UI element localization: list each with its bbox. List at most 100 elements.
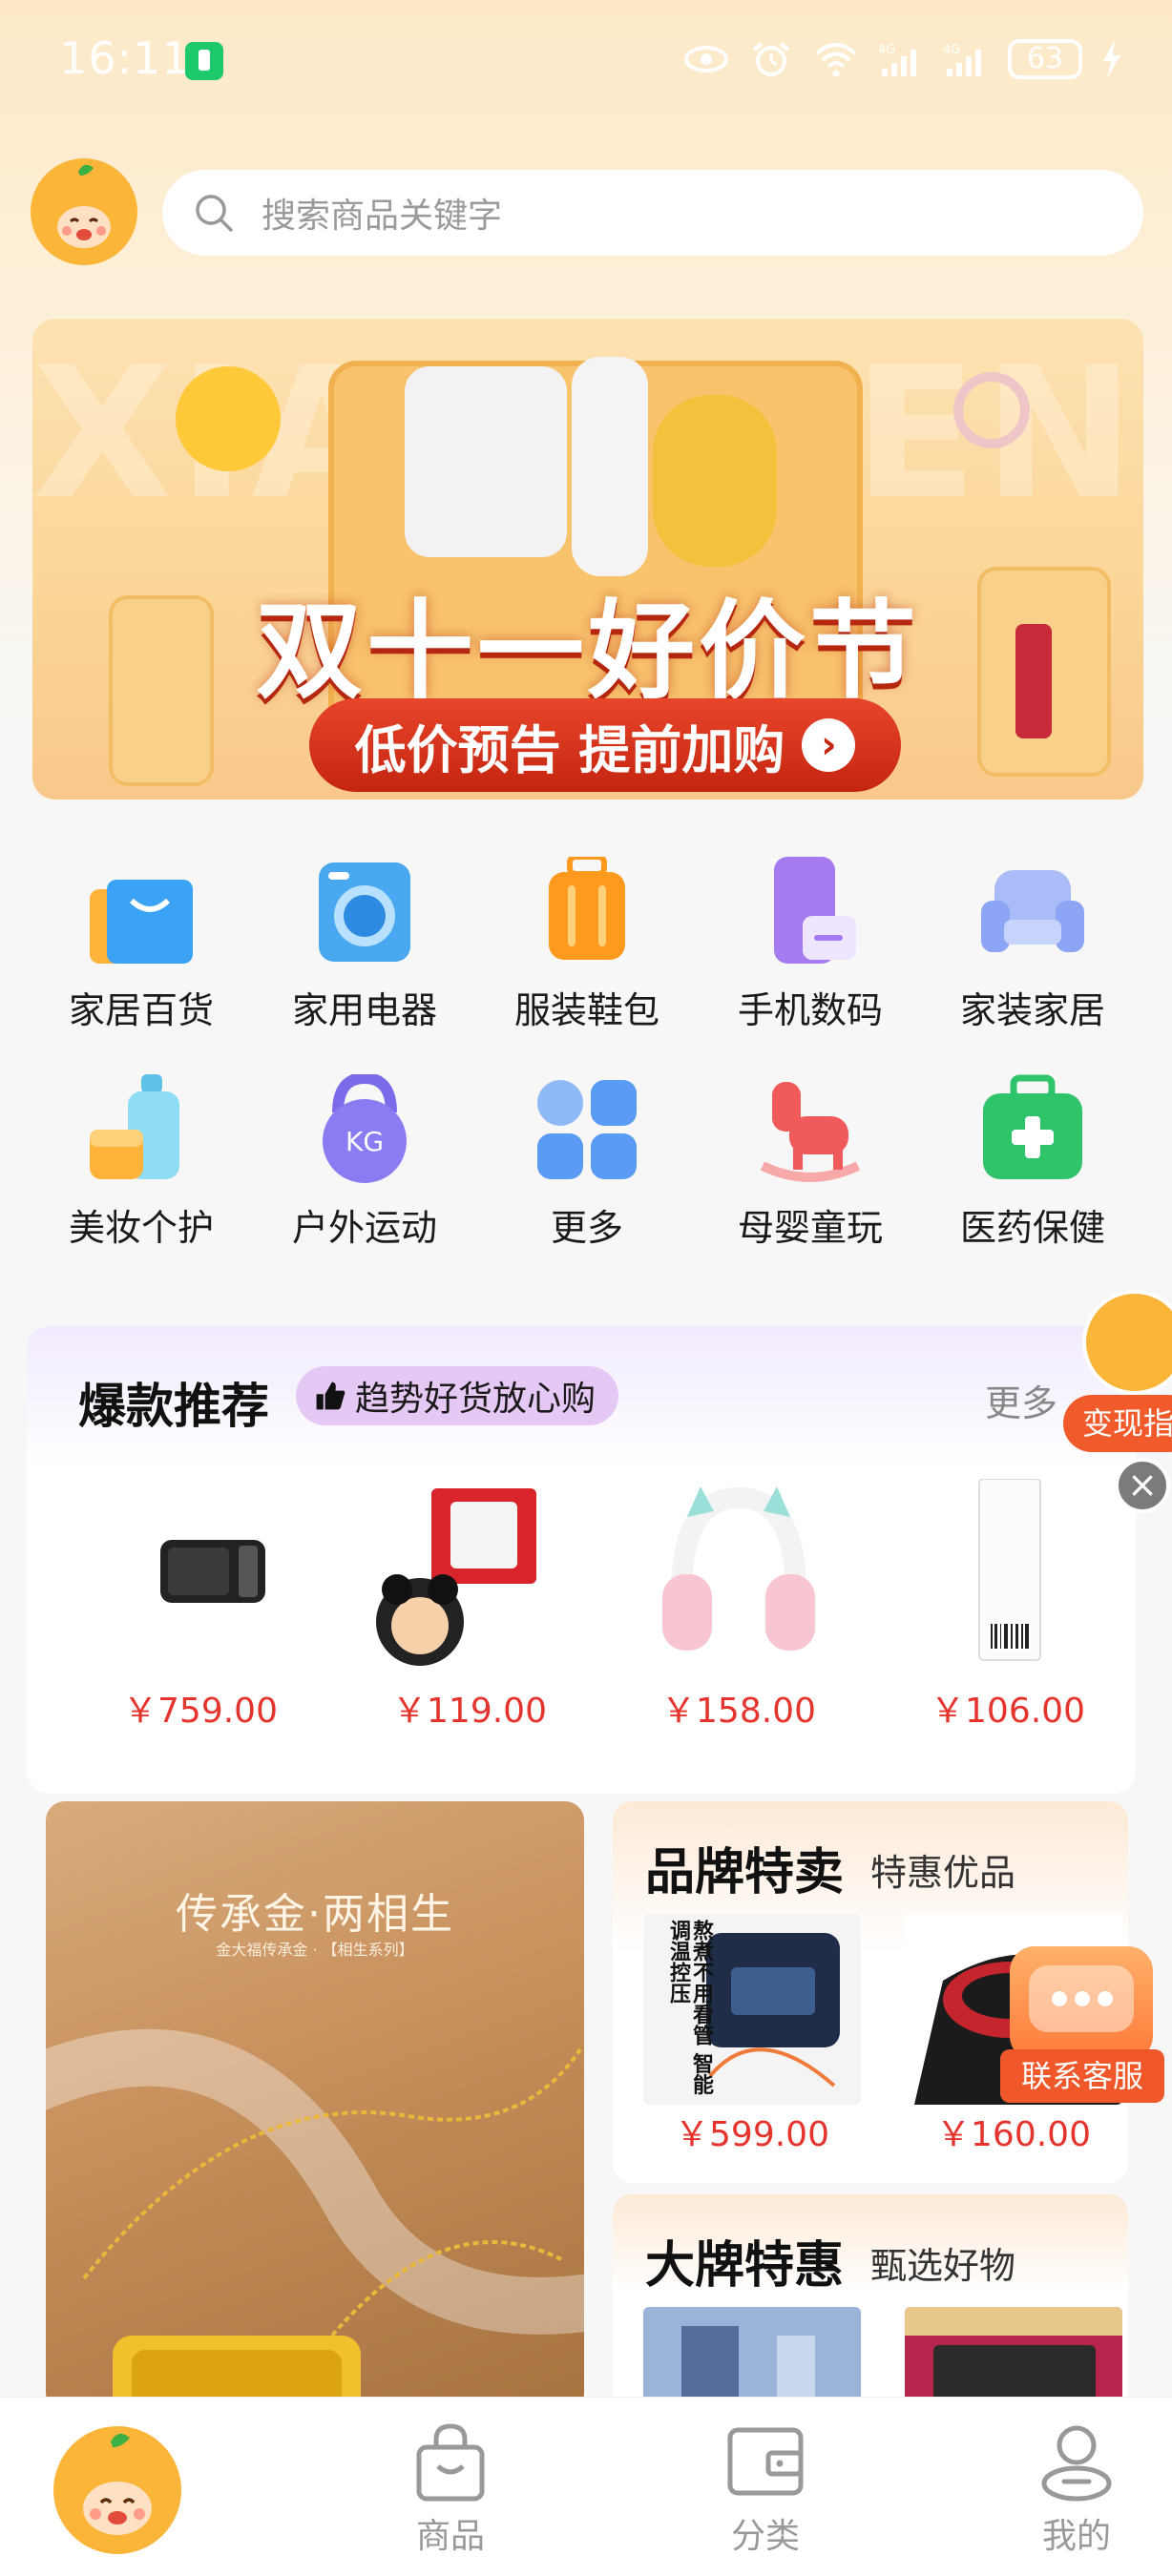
category-item[interactable]: 母婴童玩 [715,1074,906,1251]
chat-bubble-icon [1010,1946,1153,2061]
product-overlay-text: 熬煮不用看管 智能调温控压 [666,1920,713,2095]
search-icon [193,192,235,234]
product-price: ￥599.00 [675,2115,829,2154]
mascot-icon [1082,1290,1172,1395]
svg-text:KG: KG [345,1126,384,1157]
nav-tab-category[interactable]: 分类 [689,2420,842,2558]
category-label: 家居百货 [68,989,214,1031]
brand-sale-subtitle: 特惠优品 [870,1852,1016,1894]
bottom-navigation: 商品 分类 我的 [0,2397,1172,2576]
svg-text:4G: 4G [943,43,960,57]
trend-badge: 趋势好货放心购 [296,1366,619,1425]
floating-promo-widget[interactable]: 变现指 [1056,1290,1172,1452]
banner-title: 双十一好价节 [256,590,920,714]
grid-icon [532,1074,642,1185]
floating-promo-label: 变现指 [1063,1395,1172,1452]
category-item[interactable]: KG 户外运动 [269,1071,460,1251]
sofa-icon [977,857,1088,967]
product-price: ￥119.00 [392,1692,547,1731]
thumbs-up-icon [316,1381,345,1410]
category-label: 更多 [550,1207,623,1249]
medical-kit-icon [977,1074,1088,1185]
search-placeholder: 搜索商品关键字 [262,197,503,236]
category-label: 医药保健 [959,1207,1105,1249]
shopping-bag-icon [86,857,197,967]
alarm-icon [748,40,794,78]
category-label: 户外运动 [291,1207,437,1249]
category-label: 家装家居 [959,989,1105,1031]
banner-cta-label: 低价预告 提前加购 [354,719,785,780]
headphones-image [953,372,1030,448]
drink-bottle-image [572,357,648,576]
kettlebell-icon: KG [309,1071,420,1185]
battery-indicator: 63 [1008,39,1082,79]
jewelry-title: 传承金·两相生 [176,1890,454,1939]
status-time: 16:11 [59,32,191,84]
product-image [374,1479,565,1670]
product-price: ￥106.00 [931,1692,1085,1731]
product-price: ￥158.00 [661,1692,816,1731]
search-bar[interactable]: 搜索商品关键字 [162,170,1143,256]
nav-tab-products[interactable]: 商品 [374,2420,527,2558]
rocking-horse-icon [755,1074,866,1185]
big-brand-subtitle: 甄选好物 [870,2245,1016,2287]
product-image [912,1478,1103,1670]
cosmetics-icon [86,1074,197,1185]
product-card[interactable]: ￥759.00 [86,1479,315,1733]
category-item[interactable]: 美妆个护 [46,1074,237,1251]
signal-4g-icon-2: 4G [943,40,989,78]
speaker-image [405,366,567,557]
customer-service-label: 联系客服 [1000,2049,1164,2103]
banner-cta-button[interactable]: 低价预告 提前加购 › [309,698,901,792]
product-image [643,1479,834,1670]
product-image [105,1479,296,1670]
chevron-right-icon: › [802,718,856,772]
category-label: 母婴童玩 [737,1207,883,1249]
product-card[interactable]: ￥158.00 [624,1479,853,1733]
category-item[interactable]: 家装家居 [937,857,1128,1033]
brand-sale-title: 品牌特卖 [645,1844,845,1901]
smiley-emoji-icon [176,366,281,471]
close-icon[interactable]: × [1115,1458,1170,1513]
mascot-avatar[interactable] [31,158,137,265]
user-icon [1036,2420,1118,2503]
wifi-icon [813,40,859,78]
signal-4g-icon: 4G [878,40,924,78]
category-item[interactable]: 医药保健 [937,1074,1128,1251]
category-item[interactable]: 家用电器 [269,857,460,1033]
product-image: 熬煮不用看管 智能调温控压 [643,1914,861,2105]
product-card[interactable]: ￥106.00 [893,1478,1122,1733]
section-title: 爆款推荐 [78,1379,269,1434]
charging-icon [1101,40,1122,78]
customer-service-button[interactable]: 联系客服 [1000,1946,1164,2109]
nav-label: 商品 [415,2517,485,2556]
big-brand-title: 大牌特惠 [645,2237,845,2295]
category-label: 手机数码 [737,989,883,1031]
more-link[interactable]: 更多 [985,1374,1057,1426]
jewelry-subtitle: 金大福传承金 · 【相生系列】 [216,1941,414,1959]
category-item[interactable]: 家居百货 [46,857,237,1033]
product-card[interactable]: ￥119.00 [355,1479,584,1733]
trend-badge-label: 趋势好货放心购 [355,1380,596,1419]
hot-recommend-section: 爆款推荐 趋势好货放心购 更多 ￥759.00 ￥119.00 ￥158.00 [27,1326,1136,1794]
status-bar: 16:11 4G 4G 63 [0,0,1172,114]
gold-bracelet-image [653,395,777,567]
nav-label: 分类 [730,2517,800,2556]
shopping-bag-icon [409,2420,492,2503]
status-icons: 4G 4G 63 [683,36,1122,82]
nav-tab-profile[interactable]: 我的 [1000,2420,1153,2558]
nav-label: 我的 [1041,2517,1111,2556]
svg-text:4G: 4G [878,43,895,57]
category-item[interactable]: 手机数码 [715,857,906,1033]
category-label: 家用电器 [291,989,437,1031]
home-mascot-tab[interactable] [53,2426,181,2554]
wallet-icon [724,2420,806,2503]
suitcase-icon [532,854,642,967]
jewelry-promo-card[interactable]: 传承金·两相生 金大福传承金 · 【相生系列】 [46,1801,584,2412]
category-label: 美妆个护 [68,1207,214,1249]
washing-machine-icon [309,857,420,967]
notification-icon [185,42,223,80]
category-item[interactable]: 服装鞋包 [492,854,682,1033]
promo-banner[interactable]: XIAOCHENG 双十一好价节 低价预告 提前加购 › [32,319,1143,800]
category-item[interactable]: 更多 [492,1074,682,1251]
